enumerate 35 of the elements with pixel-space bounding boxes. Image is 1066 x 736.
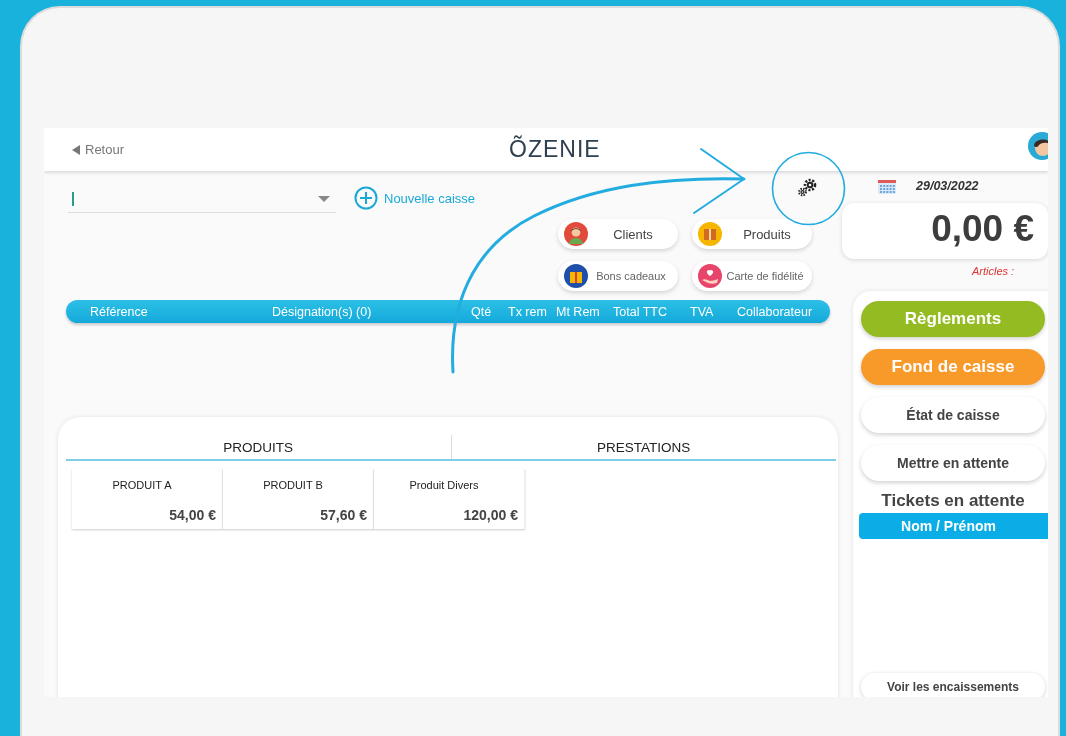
avatar-icon[interactable] <box>1028 132 1048 160</box>
column-header: Désignation(s) (0) <box>272 304 373 319</box>
tickets-title: Tickets en attente <box>880 491 1026 511</box>
settings-icon[interactable] <box>797 178 819 198</box>
logo: ÕZENIE <box>509 136 601 163</box>
quick-button[interactable]: Bons cadeaux <box>558 261 678 291</box>
payments-button[interactable]: Voir les encaissements <box>861 673 1045 697</box>
column-header: Tx rem <box>508 304 548 319</box>
column-header: TVA <box>690 304 715 319</box>
gift-icon <box>564 264 588 288</box>
column-header: Collaborateur <box>737 304 814 319</box>
column-header: Total TTC <box>613 304 668 319</box>
column-header: Mt Rem <box>556 304 601 319</box>
person-icon <box>564 222 588 246</box>
back-button[interactable]: Retour <box>72 142 125 157</box>
column-header: Qté <box>471 304 493 319</box>
heart-hand-icon <box>698 264 722 288</box>
product-tile[interactable]: PRODUIT A 54,00 € <box>72 469 223 529</box>
plus-icon <box>354 186 378 210</box>
catalog-tab[interactable]: PRODUITS <box>66 435 451 459</box>
column-header: Référence <box>90 304 149 319</box>
quick-button[interactable]: Produits <box>692 219 812 249</box>
total-amount: 0,00 € <box>842 203 1048 259</box>
product-tile[interactable]: Produit Divers 120,00 € <box>374 469 525 529</box>
column-header: Nom / Prénom <box>859 513 1048 539</box>
date-label: 29/03/2022 <box>916 179 979 193</box>
calendar-icon[interactable] <box>878 178 896 194</box>
action-button[interactable]: Mettre en attente <box>861 445 1045 481</box>
articles-label: Articles : <box>970 265 1016 277</box>
quick-button[interactable]: Carte de fidélité <box>692 261 812 291</box>
box-icon <box>698 222 722 246</box>
quick-button[interactable]: Clients <box>558 219 678 249</box>
catalog-tab[interactable]: PRESTATIONS <box>450 435 836 459</box>
product-tile[interactable]: PRODUIT B 57,60 € <box>223 469 374 529</box>
action-button[interactable]: État de caisse <box>861 397 1045 433</box>
